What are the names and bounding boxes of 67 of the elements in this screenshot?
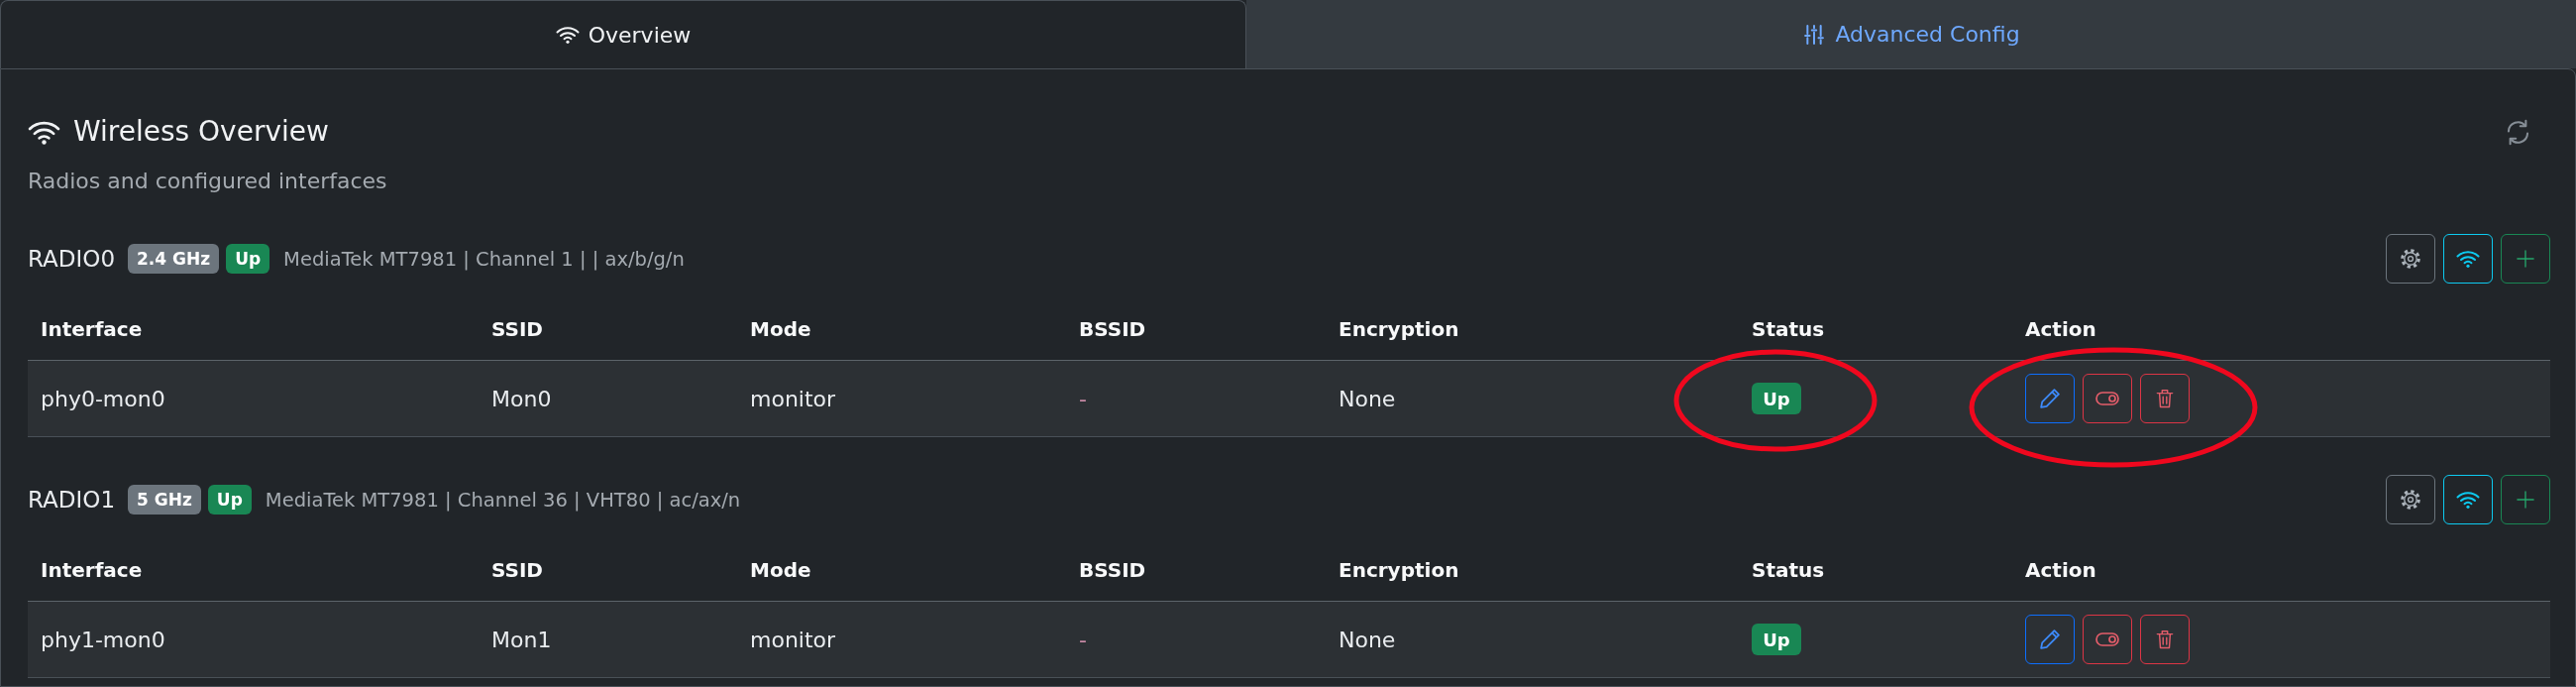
page-subtitle: Radios and configured interfaces [28,168,388,195]
plus-icon [2517,491,2534,509]
refresh-icon [2505,118,2531,146]
column-header: BSSID [1078,558,1147,582]
table-cell: Mon0 [491,386,552,411]
wifi-icon [2456,250,2480,268]
column-header: Encryption [1338,558,1460,582]
state-badge: Up [226,244,270,274]
table-cell: None [1339,627,1396,652]
wifi-button[interactable] [2443,234,2493,284]
column-header: SSID [490,558,544,582]
radio-name: RADIO0 [28,246,115,272]
wifi-button[interactable] [2443,475,2493,524]
delete-button[interactable] [2140,374,2190,423]
wifi-icon [28,119,60,145]
wifi-icon [555,25,580,45]
column-header: Interface [40,317,144,341]
table-cell: Mon1 [491,627,552,652]
table-cell: - [1079,386,1087,411]
column-header: Status [1751,317,1826,341]
column-header: Encryption [1338,317,1460,341]
status-badge: Up [1752,624,1801,655]
column-header: Interface [40,558,144,582]
table-cell: None [1339,386,1396,411]
plus-icon [2517,250,2534,268]
trash-icon [2156,389,2174,408]
edit-button[interactable] [2025,615,2075,664]
sliders-icon [1802,24,1827,45]
pencil-icon [2040,630,2060,649]
trash-icon [2156,630,2174,649]
add-button[interactable] [2501,234,2550,284]
radio-name: RADIO1 [28,487,115,513]
toggle-button[interactable] [2083,615,2132,664]
status-badge: Up [1752,383,1801,414]
column-header: Action [2024,558,2097,582]
add-button[interactable] [2501,475,2550,524]
settings-icon [2401,249,2420,269]
nav-tab[interactable]: Overview [0,0,1246,68]
nav-tab[interactable]: Advanced Config [1246,0,2576,68]
band-badge: 2.4 GHz [128,244,220,274]
table-cell: phy0-mon0 [41,386,165,411]
radio-details: MediaTek MT7981 | Channel 1 | | ax/b/g/n [283,247,685,271]
column-header: Status [1751,558,1826,582]
table-cell: phy1-mon0 [41,627,165,652]
band-badge: 5 GHz [128,485,201,515]
toggle-button[interactable] [2083,374,2132,423]
toggle-icon [2095,392,2119,405]
column-header: SSID [490,317,544,341]
wifi-icon [2456,491,2480,509]
table-cell: monitor [750,627,836,652]
table-cell: - [1079,627,1087,652]
pencil-icon [2040,389,2060,408]
radio-details: MediaTek MT7981 | Channel 36 | VHT80 | ac/ax/n [265,488,741,512]
column-header: Mode [749,558,812,582]
column-header: Mode [749,317,812,341]
table-cell: monitor [750,386,836,411]
toggle-icon [2095,632,2119,646]
column-header: Action [2024,317,2097,341]
state-badge: Up [207,485,252,515]
delete-button[interactable] [2140,615,2190,664]
edit-button[interactable] [2025,374,2075,423]
refresh-button[interactable] [2505,118,2531,146]
settings-button[interactable] [2386,234,2435,284]
settings-button[interactable] [2386,475,2435,524]
settings-icon [2401,490,2420,510]
column-header: BSSID [1078,317,1147,341]
page-title: Wireless Overview [73,114,329,150]
